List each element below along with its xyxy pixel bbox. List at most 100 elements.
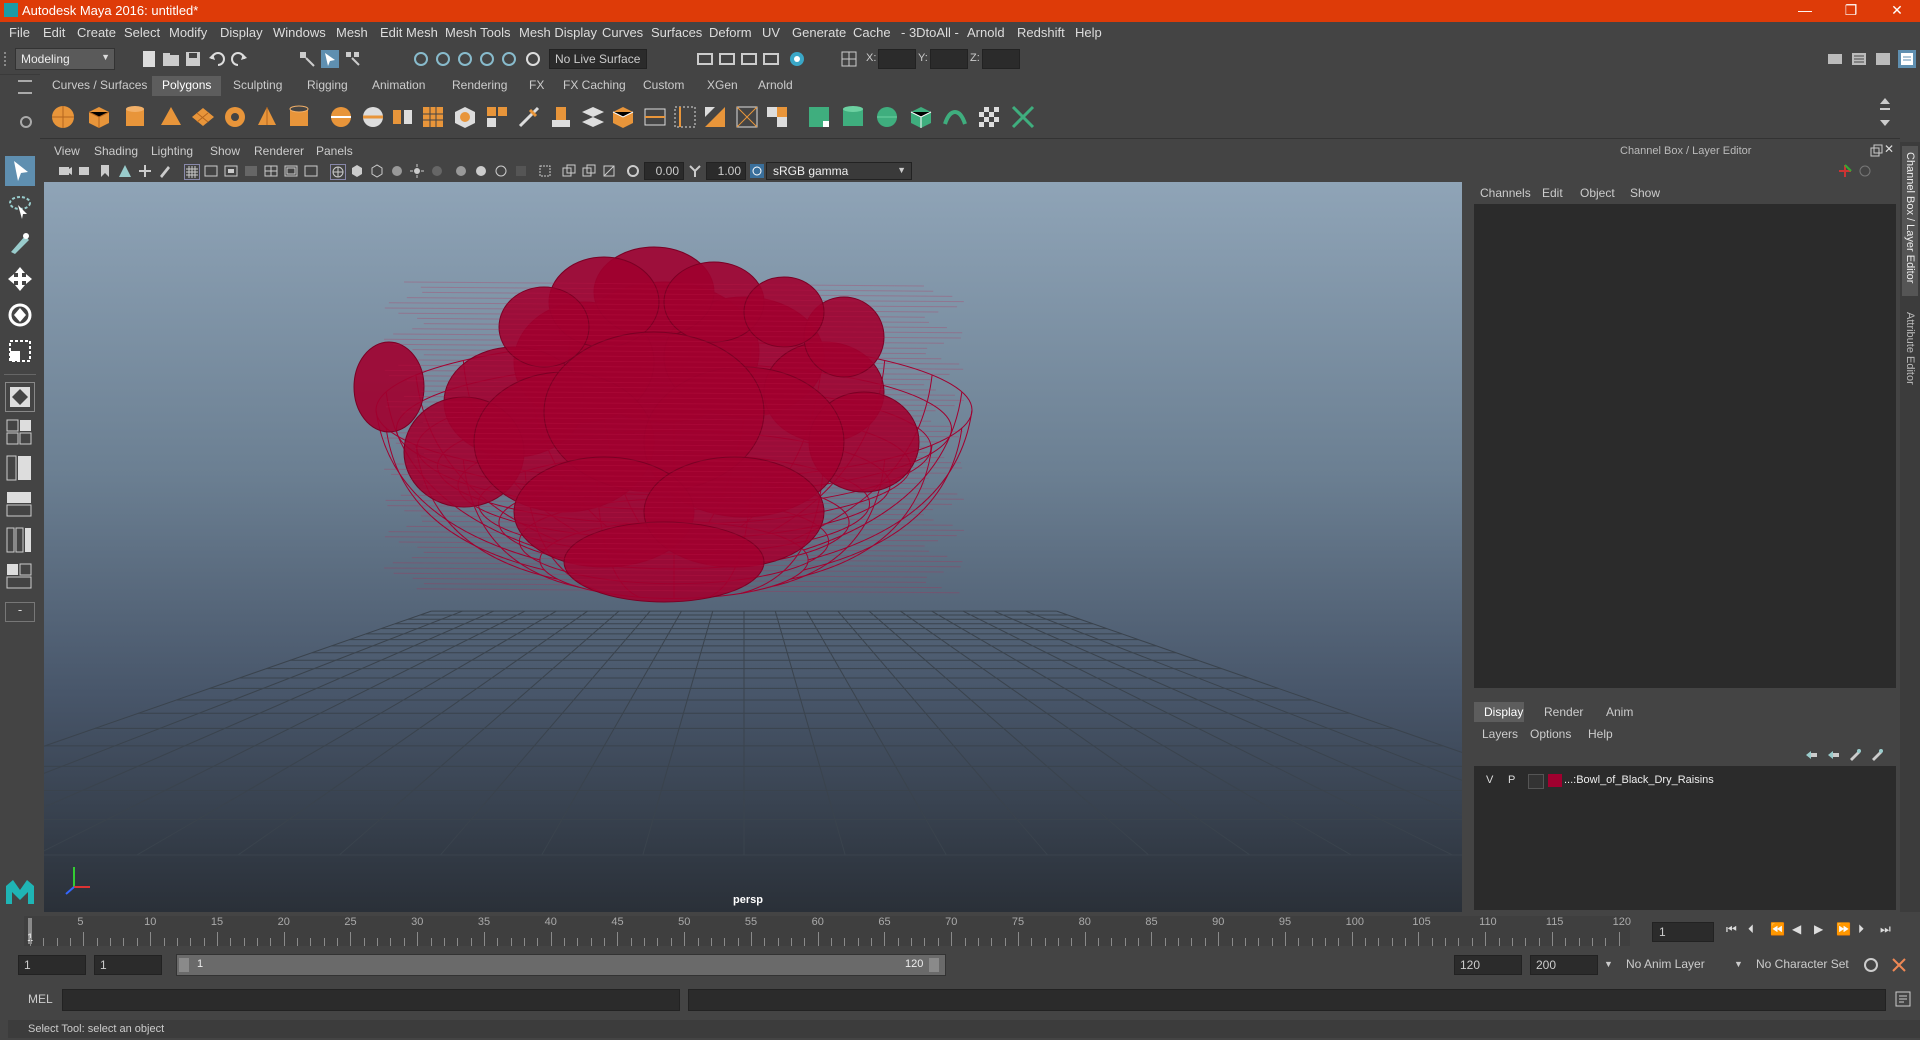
- new-layer-from-selected-icon[interactable]: [1870, 748, 1884, 762]
- snap-grid-icon[interactable]: [412, 50, 430, 68]
- snap-view-plane-icon[interactable]: [478, 50, 496, 68]
- xray-joints-icon[interactable]: [602, 164, 616, 178]
- layer-tab-render[interactable]: Render: [1544, 705, 1583, 719]
- chevron-down-icon[interactable]: ▼: [1734, 959, 1743, 969]
- x-input[interactable]: [878, 49, 916, 69]
- spherical-uv-icon[interactable]: [874, 104, 900, 130]
- anim-start-input[interactable]: 1: [94, 955, 162, 975]
- channel-box-filter-icon[interactable]: [1838, 164, 1852, 178]
- fill-hole-icon[interactable]: [734, 104, 760, 130]
- hypershade-icon[interactable]: [762, 50, 780, 68]
- menu-curves[interactable]: Curves: [602, 25, 643, 40]
- two-d-pan-zoom-icon[interactable]: [138, 164, 152, 178]
- layer-row[interactable]: V P ...:Bowl_of_Black_Dry_Raisins: [1476, 772, 1894, 790]
- range-slider[interactable]: 1 120: [176, 954, 946, 976]
- shelf-tab-custom[interactable]: Custom: [633, 76, 694, 96]
- channel-box-settings-icon[interactable]: [1858, 164, 1872, 178]
- anim-end-input[interactable]: 120: [1454, 955, 1522, 975]
- gamma-input[interactable]: 1.00: [706, 162, 746, 180]
- shelf-tab-curves-surfaces[interactable]: Curves / Surfaces: [42, 76, 157, 96]
- rotate-tool-icon[interactable]: [5, 300, 35, 330]
- undo-icon[interactable]: [208, 50, 226, 68]
- wireframe-shading-icon[interactable]: [330, 164, 346, 180]
- modeling-toolkit-icon[interactable]: [1826, 50, 1844, 68]
- append-polygon-icon[interactable]: [702, 104, 728, 130]
- close-panel-icon[interactable]: ✕: [1884, 142, 1894, 156]
- step-forward-frame-icon[interactable]: ⏵: [1858, 922, 1864, 937]
- shadows-icon[interactable]: [430, 164, 444, 178]
- layers-menu[interactable]: Layers: [1482, 727, 1518, 741]
- mel-label[interactable]: MEL: [28, 992, 53, 1006]
- xray-active-components-icon[interactable]: [582, 164, 596, 178]
- menu-display[interactable]: Display: [220, 25, 263, 40]
- y-input[interactable]: [930, 49, 968, 69]
- shelf-tab-sculpting[interactable]: Sculpting: [223, 76, 292, 96]
- chevron-down-icon[interactable]: ▼: [1604, 959, 1613, 969]
- layer-visibility-toggle[interactable]: V: [1486, 774, 1493, 786]
- shelf-scroll-up-icon[interactable]: [1880, 98, 1890, 104]
- poly-pipe-icon[interactable]: [286, 104, 312, 130]
- menu-mesh-tools[interactable]: Mesh Tools: [445, 25, 511, 40]
- shelf-scroll-down-icon[interactable]: [1880, 120, 1890, 126]
- tool-settings-toggle-icon[interactable]: [1874, 50, 1892, 68]
- xray-icon[interactable]: [562, 164, 576, 178]
- time-slider-track[interactable]: [24, 916, 1630, 946]
- live-surface-field[interactable]: No Live Surface: [549, 49, 647, 69]
- new-scene-icon[interactable]: [140, 50, 158, 68]
- restore-icon[interactable]: ❐: [1828, 0, 1874, 22]
- extrude-icon[interactable]: [548, 104, 574, 130]
- bridge-icon[interactable]: [580, 104, 606, 130]
- shelf-tab-polygons[interactable]: Polygons: [152, 76, 222, 96]
- four-view-layout-icon[interactable]: [5, 418, 33, 446]
- combine-icon[interactable]: [328, 104, 354, 130]
- persp-graph-layout-icon[interactable]: [5, 490, 33, 518]
- channels-menu[interactable]: Channels: [1480, 186, 1531, 200]
- shelf-tab-rigging[interactable]: Rigging: [297, 76, 358, 96]
- menu-help[interactable]: Help: [1075, 25, 1102, 40]
- play-forwards-icon[interactable]: ▶: [1814, 922, 1823, 936]
- range-end-handle[interactable]: [929, 958, 939, 972]
- poly-cone-icon[interactable]: [158, 104, 184, 130]
- mode-dropdown[interactable]: Modeling ▼: [15, 48, 115, 70]
- channel-box-toggle-icon[interactable]: [1898, 50, 1916, 68]
- shelf-tab-xgen[interactable]: XGen: [697, 76, 748, 96]
- menu-3dtoall[interactable]: - 3DtoAll -: [901, 25, 959, 40]
- shelf-tab-animation[interactable]: Animation: [362, 76, 435, 96]
- menu-cache[interactable]: Cache: [853, 25, 891, 40]
- exposure-icon[interactable]: [626, 164, 640, 178]
- viewport-canvas[interactable]: [44, 182, 1462, 912]
- shelf-tab-rendering[interactable]: Rendering: [442, 76, 517, 96]
- menu-modify[interactable]: Modify: [169, 25, 207, 40]
- gate-mask-icon[interactable]: [244, 164, 258, 178]
- drag-handle[interactable]: [4, 52, 12, 66]
- ipr-render-icon[interactable]: [718, 50, 736, 68]
- play-backwards-icon[interactable]: ◀: [1792, 922, 1801, 936]
- uv-unfold-icon[interactable]: [942, 104, 968, 130]
- viewport-menu-view[interactable]: View: [54, 144, 80, 158]
- extract-icon[interactable]: [390, 104, 416, 130]
- layer-name[interactable]: ...:Bowl_of_Black_Dry_Raisins: [1564, 774, 1714, 786]
- current-frame-input[interactable]: 1: [1652, 922, 1714, 942]
- float-panel-icon[interactable]: [1869, 144, 1883, 158]
- menu-edit[interactable]: Edit: [43, 25, 65, 40]
- layer-help-menu[interactable]: Help: [1588, 727, 1613, 741]
- screen-space-ao-icon[interactable]: [454, 164, 468, 178]
- lasso-tool-icon[interactable]: [5, 192, 35, 222]
- planar-uv-icon[interactable]: [806, 104, 832, 130]
- film-gate-icon[interactable]: [204, 164, 218, 178]
- separate-icon[interactable]: [360, 104, 386, 130]
- select-by-object-icon[interactable]: [321, 50, 339, 68]
- script-editor-icon[interactable]: [1894, 990, 1912, 1008]
- custom-layout-icon[interactable]: -: [5, 602, 35, 622]
- uv-editor-icon[interactable]: [1010, 104, 1036, 130]
- step-back-key-icon[interactable]: ⏪: [1770, 922, 1785, 936]
- snap-live-icon[interactable]: [500, 50, 518, 68]
- menu-surfaces[interactable]: Surfaces: [651, 25, 702, 40]
- wireframe-on-shaded-icon[interactable]: [370, 164, 384, 178]
- color-management-icon[interactable]: [750, 164, 764, 178]
- step-back-frame-icon[interactable]: ⏴: [1748, 922, 1754, 937]
- gamma-icon[interactable]: [688, 164, 702, 178]
- layer-tab-anim[interactable]: Anim: [1606, 705, 1633, 719]
- attribute-editor-toggle-icon[interactable]: [1850, 50, 1868, 68]
- end-time-input[interactable]: 200: [1530, 955, 1598, 975]
